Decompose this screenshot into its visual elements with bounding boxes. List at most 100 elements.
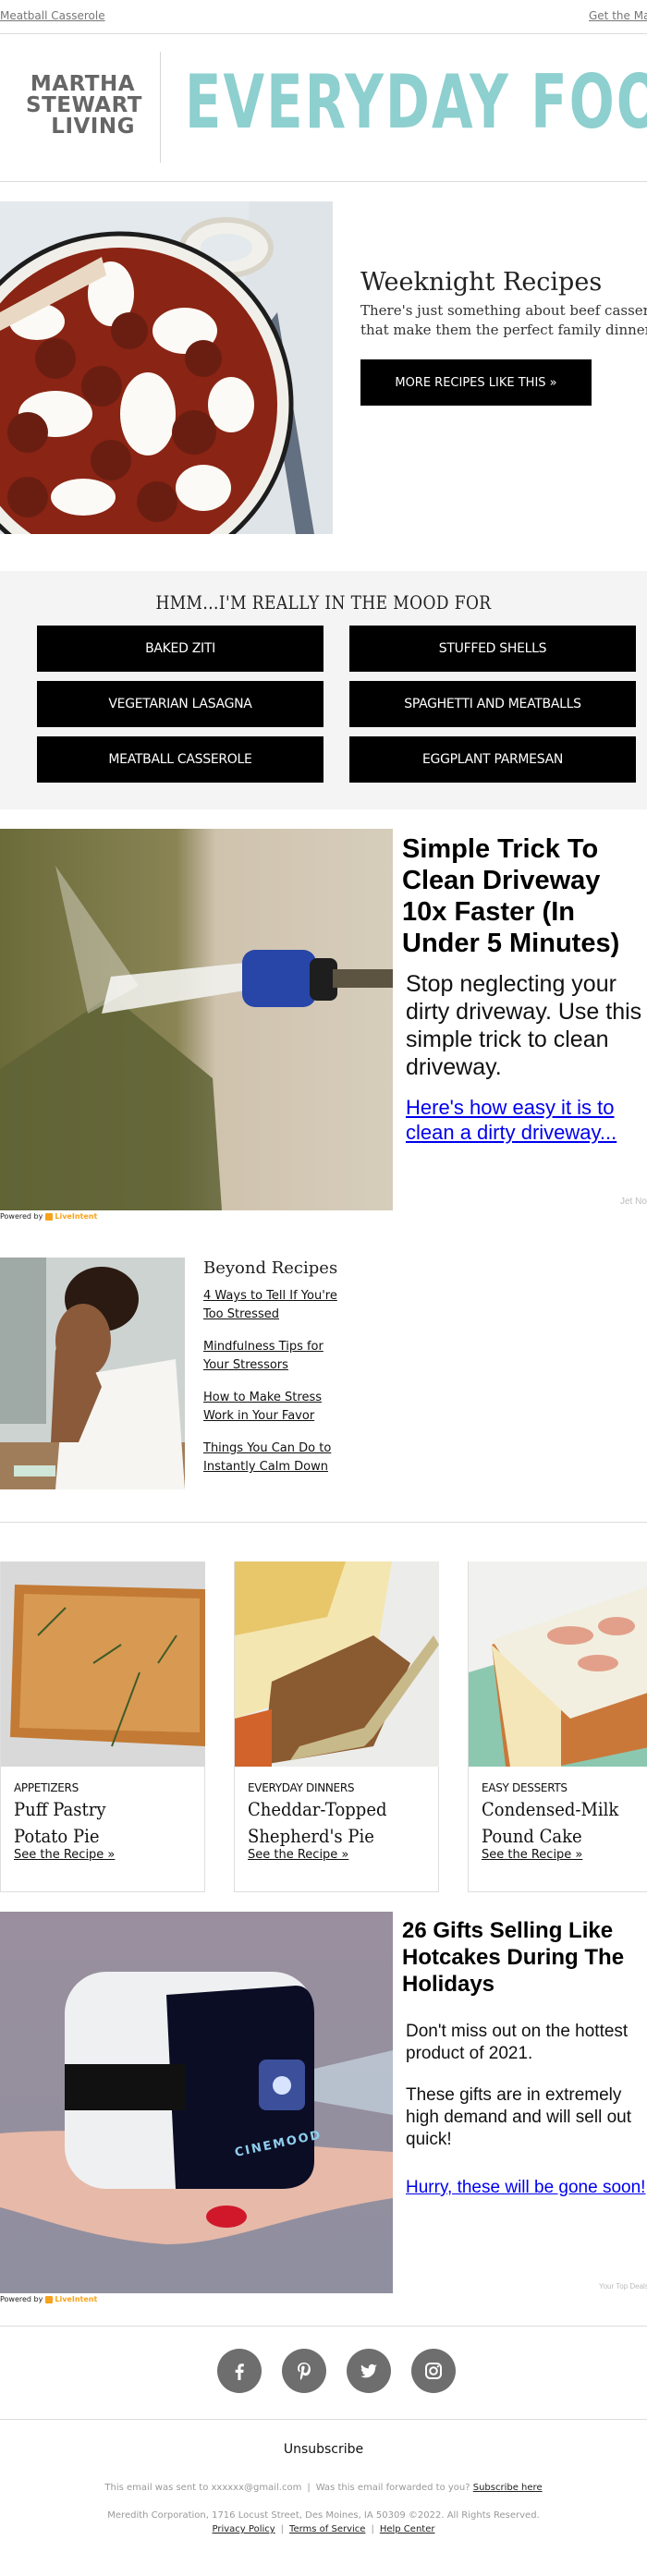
powered-by-liveintent[interactable]: Powered by LiveIntent xyxy=(0,1212,97,1221)
recipe-title-line: Shepherd's Pie xyxy=(248,1825,374,1847)
divider xyxy=(0,2326,647,2327)
unsubscribe-link[interactable]: Unsubscribe xyxy=(0,2442,647,2457)
mood-button-stuffed-shells[interactable]: STUFFED SHELLS xyxy=(349,626,636,672)
logo-divider xyxy=(160,52,161,163)
footer-address: Meredith Corporation, 1716 Locust Street… xyxy=(107,2510,540,2521)
see-recipe-link[interactable]: See the Recipe » xyxy=(248,1848,348,1862)
facebook-button[interactable] xyxy=(217,2349,262,2393)
beyond-recipes-image[interactable] xyxy=(0,1258,185,1489)
martha-stewart-living-logo[interactable]: MARTHA STEWART LIVING xyxy=(26,72,142,138)
ad-credit: Jet Nozzle xyxy=(620,1197,647,1207)
hero-description-line: that make them the perfect family dinner… xyxy=(360,322,647,338)
puff-pastry-pie-image xyxy=(1,1561,205,1767)
logo-line: STEWART xyxy=(26,93,142,117)
twitter-button[interactable] xyxy=(347,2349,391,2393)
liveintent-label: LiveIntent xyxy=(55,2295,98,2303)
recipe-title-line: Puff Pastry xyxy=(14,1798,106,1820)
preheader-recipe-link[interactable]: Meatball Casserole xyxy=(0,9,105,22)
recipe-card-image[interactable] xyxy=(469,1561,647,1767)
liveintent-icon xyxy=(45,1212,54,1221)
recipe-category: EASY DESSERTS xyxy=(482,1781,568,1794)
ad-title-line: Clean Driveway xyxy=(402,866,601,895)
beyond-link-stress-favor[interactable]: How to Make Stress Work in Your Favor xyxy=(203,1389,360,1426)
recipe-title[interactable]: Puff Pastry Potato Pie xyxy=(14,1796,180,1850)
preheader-magazine-link[interactable]: Get the Magazine xyxy=(589,9,647,22)
beyond-link-line: How to Make Stress xyxy=(203,1391,323,1404)
pinterest-button[interactable] xyxy=(282,2349,326,2393)
recipe-title-line: Condensed-Milk xyxy=(482,1798,619,1820)
liveintent-label: LiveIntent xyxy=(55,1212,98,1221)
liveintent-logo: LiveIntent xyxy=(45,2295,97,2303)
recipe-title[interactable]: Cheddar-Topped Shepherd's Pie xyxy=(248,1796,414,1850)
stressed-woman-image xyxy=(0,1258,185,1489)
powered-by-label: Powered by xyxy=(0,2295,43,2303)
beyond-link-mindfulness[interactable]: Mindfulness Tips for Your Stressors xyxy=(203,1338,360,1375)
ad-title-line: 26 Gifts Selling Like xyxy=(402,1918,614,1943)
ad-link[interactable]: Here's how easy it is to clean a dirty d… xyxy=(406,1095,647,1145)
beyond-link-too-stressed[interactable]: 4 Ways to Tell If You're Too Stressed xyxy=(203,1287,360,1324)
ad-title-line: Under 5 Minutes) xyxy=(402,929,620,958)
mood-button-meatball-casserole[interactable]: MEATBALL CASSEROLE xyxy=(37,736,324,783)
mood-button-spaghetti-meatballs[interactable]: SPAGHETTI AND MEATBALLS xyxy=(349,681,636,727)
see-recipe-link[interactable]: See the Recipe » xyxy=(14,1848,115,1862)
ad-text-line: Don't miss out on the hottest xyxy=(406,2022,629,2041)
recipe-category: EVERYDAY DINNERS xyxy=(248,1781,355,1794)
projector-image: CINEMOOD xyxy=(0,1912,393,2293)
subscribe-link[interactable]: Subscribe here xyxy=(473,2483,543,2493)
beyond-link-line: 4 Ways to Tell If You're xyxy=(203,1289,337,1303)
recipe-card-image[interactable] xyxy=(1,1561,205,1767)
liveintent-icon xyxy=(45,2295,54,2303)
forwarded-text: Was this email forwarded to you? xyxy=(315,2483,470,2493)
beyond-recipes-title: Beyond Recipes xyxy=(203,1258,338,1278)
recipe-card-image[interactable] xyxy=(235,1561,439,1767)
ad-text-line: driveway. xyxy=(406,1054,502,1080)
powered-by-liveintent[interactable]: Powered by LiveIntent xyxy=(0,2295,97,2303)
ad-driveway-image[interactable] xyxy=(0,829,393,1210)
more-recipes-button[interactable]: MORE RECIPES LIKE THIS » xyxy=(360,359,592,406)
beyond-link-line: Things You Can Do to xyxy=(203,1441,332,1455)
mood-title: HMM...I'M REALLY IN THE MOOD FOR xyxy=(155,591,492,614)
beyond-link-line: Your Stressors xyxy=(203,1358,288,1372)
recipe-category: APPETIZERS xyxy=(14,1781,79,1794)
pinterest-icon xyxy=(298,2363,311,2380)
ad-gifts-image[interactable]: CINEMOOD xyxy=(0,1912,393,2293)
ad-text-line: Stop neglecting your xyxy=(406,971,616,997)
pound-cake-image xyxy=(469,1561,647,1767)
powered-by-label: Powered by xyxy=(0,1212,43,1221)
ad-title-line: Simple Trick To xyxy=(402,834,599,864)
ad-text-line: dirty driveway. Use this xyxy=(406,999,642,1025)
recipe-title-line: Pound Cake xyxy=(482,1825,582,1847)
recipe-title-line: Potato Pie xyxy=(14,1825,100,1847)
privacy-policy-link[interactable]: Privacy Policy xyxy=(213,2524,275,2534)
logo-line: MARTHA xyxy=(30,72,135,96)
recipe-card[interactable]: APPETIZERS Puff Pastry Potato Pie See th… xyxy=(0,1561,205,1892)
everyday-food-logo[interactable]: EVERYDAY FOOD xyxy=(185,65,647,140)
ad-link-line: clean a dirty driveway... xyxy=(406,1121,617,1144)
help-center-link[interactable]: Help Center xyxy=(380,2524,435,2534)
pressure-washer-image xyxy=(0,829,393,1210)
see-recipe-link[interactable]: See the Recipe » xyxy=(482,1848,582,1862)
recipe-title-line: Cheddar-Topped xyxy=(248,1798,387,1820)
ad-text-line: high demand and will sell out xyxy=(406,2108,631,2127)
beyond-link-calm-down[interactable]: Things You Can Do to Instantly Calm Down xyxy=(203,1440,360,1476)
ad-text-line: simple trick to clean xyxy=(406,1027,609,1052)
terms-of-service-link[interactable]: Terms of Service xyxy=(289,2524,365,2534)
ad-link[interactable]: Hurry, these will be gone soon! xyxy=(406,2177,645,2199)
beyond-link-line: Too Stressed xyxy=(203,1307,279,1321)
ad-text-line: quick! xyxy=(406,2130,452,2149)
mood-button-eggplant-parmesan[interactable]: EGGPLANT PARMESAN xyxy=(349,736,636,783)
recipe-card[interactable]: EASY DESSERTS Condensed-Milk Pound Cake … xyxy=(468,1561,647,1892)
divider xyxy=(0,2419,647,2420)
separator: | xyxy=(307,2483,311,2493)
beyond-link-line: Work in Your Favor xyxy=(203,1409,315,1423)
ad-title[interactable]: Simple Trick To Clean Driveway 10x Faste… xyxy=(402,833,647,959)
instagram-button[interactable] xyxy=(411,2349,456,2393)
ad-credit: Your Top Deals xyxy=(599,2282,647,2290)
ad-title[interactable]: 26 Gifts Selling Like Hotcakes During Th… xyxy=(402,1917,647,1998)
separator: | xyxy=(280,2524,285,2534)
mood-button-baked-ziti[interactable]: BAKED ZITI xyxy=(37,626,324,672)
mood-button-vegetarian-lasagna[interactable]: VEGETARIAN LASAGNA xyxy=(37,681,324,727)
recipe-card[interactable]: EVERYDAY DINNERS Cheddar-Topped Shepherd… xyxy=(234,1561,439,1892)
recipe-title[interactable]: Condensed-Milk Pound Cake xyxy=(482,1796,647,1850)
hero-image[interactable] xyxy=(0,201,333,534)
